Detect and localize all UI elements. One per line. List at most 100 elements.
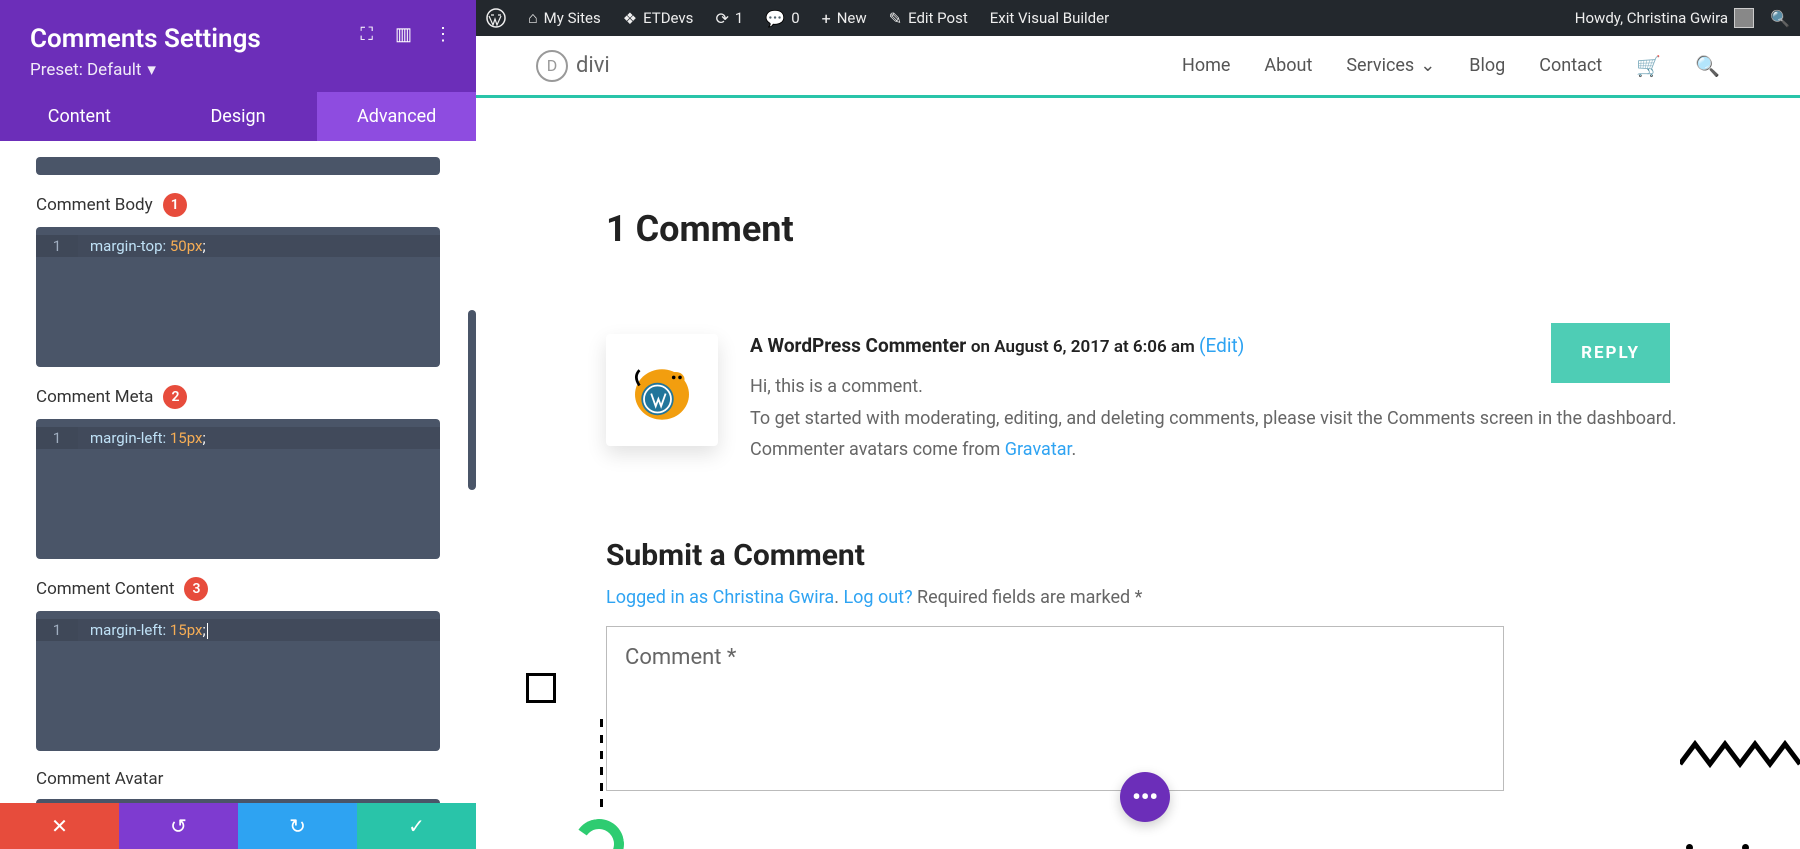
- undo-button[interactable]: ↺: [119, 803, 238, 849]
- nav-blog[interactable]: Blog: [1469, 55, 1505, 76]
- redo-button[interactable]: ↻: [238, 803, 357, 849]
- howdy-label: Howdy, Christina Gwira: [1575, 9, 1728, 27]
- code-editor-comment-content[interactable]: 1 margin-left: 15px;: [36, 611, 440, 751]
- field-label-comment-meta: Comment Meta 2: [36, 385, 440, 409]
- my-sites-label: My Sites: [544, 9, 601, 27]
- required-note: Required fields are marked *: [913, 587, 1143, 608]
- css-value: 15px: [166, 621, 202, 639]
- plus-icon: +: [822, 9, 831, 28]
- search-icon[interactable]: 🔍: [1695, 54, 1720, 78]
- nav-about[interactable]: About: [1264, 55, 1312, 76]
- my-sites-link[interactable]: ⌂ My Sites: [528, 8, 601, 28]
- search-icon: 🔍: [1770, 9, 1790, 28]
- nav-services[interactable]: Services ⌄: [1346, 55, 1435, 76]
- updates-link[interactable]: ⟳1: [715, 9, 743, 28]
- tab-advanced[interactable]: Advanced: [317, 92, 476, 141]
- field-label-comment-content: Comment Content 3: [36, 577, 440, 601]
- comment-line: To get started with moderating, editing,…: [750, 403, 1720, 435]
- line-number: 1: [36, 235, 78, 257]
- undo-icon: ↺: [170, 814, 187, 838]
- label-text: Comment Meta: [36, 387, 153, 407]
- code-editor-comment-avatar[interactable]: [36, 799, 440, 803]
- chevron-down-icon: ▾: [147, 60, 156, 80]
- wp-logo-icon[interactable]: [486, 8, 506, 28]
- adminbar-search[interactable]: 🔍: [1770, 9, 1790, 28]
- module-actions-fab[interactable]: •••: [1120, 772, 1170, 822]
- badge-2: 2: [163, 385, 187, 409]
- comment-text: Hi, this is a comment. To get started wi…: [750, 371, 1720, 466]
- settings-panel: Comments Settings Preset: Default ▾ ⛶ ▥ …: [0, 0, 476, 849]
- updates-count: 1: [735, 9, 743, 27]
- preview-area: ⌂My Sites ❖ETDevs ⟳1 💬0 +New ✎Edit Post …: [476, 0, 1800, 849]
- comments-count: 0: [791, 9, 799, 27]
- comment-icon: 💬: [765, 9, 785, 28]
- scrollbar-thumb[interactable]: [468, 310, 476, 490]
- field-label-comment-body: Comment Body 1: [36, 193, 440, 217]
- edit-comment-link[interactable]: (Edit): [1199, 334, 1244, 357]
- decoration-dots-icon: [1686, 844, 1770, 849]
- chevron-down-icon: ⌄: [1420, 55, 1435, 76]
- panel-body: Comment Body 1 1 margin-top: 50px; Comme…: [0, 141, 476, 803]
- redo-icon: ↻: [289, 814, 306, 838]
- comment-textarea[interactable]: Comment *: [606, 626, 1504, 791]
- css-property: margin-left:: [90, 621, 166, 639]
- howdy-user[interactable]: Howdy, Christina Gwira: [1575, 8, 1754, 28]
- logout-link[interactable]: Log out?: [843, 587, 912, 608]
- expand-icon[interactable]: ⛶: [360, 24, 373, 45]
- wapuu-icon: [626, 354, 698, 426]
- site-link[interactable]: ❖ETDevs: [623, 9, 694, 28]
- label-text: Comment Avatar: [36, 769, 163, 789]
- pencil-icon: ✎: [889, 9, 902, 28]
- text-cursor: [207, 623, 208, 639]
- wordpress-icon: [486, 8, 506, 28]
- comment-line: Commenter avatars come from Gravatar.: [750, 434, 1720, 466]
- code-editor-top[interactable]: [36, 157, 440, 175]
- decoration-square-icon: [526, 673, 556, 703]
- home-icon: ⌂: [528, 8, 538, 28]
- tab-design[interactable]: Design: [159, 92, 318, 141]
- badge-3: 3: [184, 577, 208, 601]
- primary-nav: Home About Services ⌄ Blog Contact 🛒 🔍: [1182, 54, 1720, 78]
- field-label-comment-avatar: Comment Avatar: [36, 769, 440, 789]
- responsive-icon[interactable]: ▥: [395, 24, 412, 45]
- reply-button[interactable]: REPLY: [1551, 323, 1670, 383]
- line-number: 1: [36, 427, 78, 449]
- css-semicolon: ;: [202, 237, 205, 255]
- panel-header: Comments Settings Preset: Default ▾ ⛶ ▥ …: [0, 0, 476, 92]
- site-logo[interactable]: D divi: [536, 50, 610, 82]
- nav-services-label: Services: [1346, 55, 1414, 76]
- user-avatar-icon: [1734, 8, 1754, 28]
- preset-dropdown[interactable]: Preset: Default ▾: [30, 60, 156, 80]
- css-property: margin-top:: [90, 237, 166, 255]
- comment-date: on August 6, 2017 at 6:06 am: [971, 337, 1199, 357]
- nav-home[interactable]: Home: [1182, 55, 1230, 76]
- code-editor-comment-meta[interactable]: 1 margin-left: 15px;: [36, 419, 440, 559]
- check-icon: ✓: [408, 814, 425, 838]
- decoration-arc-icon: [570, 815, 628, 849]
- cart-icon[interactable]: 🛒: [1636, 54, 1661, 78]
- cancel-button[interactable]: ✕: [0, 803, 119, 849]
- comment-author[interactable]: A WordPress Commenter: [750, 334, 966, 357]
- panel-footer: ✕ ↺ ↻ ✓: [0, 803, 476, 849]
- comments-link[interactable]: 💬0: [765, 9, 799, 28]
- exit-visual-builder-link[interactable]: Exit Visual Builder: [990, 9, 1109, 27]
- respond-login-line: Logged in as Christina Gwira. Log out? R…: [606, 587, 1720, 608]
- decoration-zigzag-icon: [1680, 734, 1800, 774]
- edit-post-link[interactable]: ✎ Edit Post: [889, 9, 968, 28]
- wp-admin-bar: ⌂My Sites ❖ETDevs ⟳1 💬0 +New ✎Edit Post …: [476, 0, 1800, 36]
- save-button[interactable]: ✓: [357, 803, 476, 849]
- kebab-menu-icon[interactable]: ⋮: [434, 24, 452, 45]
- new-link[interactable]: +New: [822, 9, 867, 28]
- gravatar-link[interactable]: Gravatar: [1005, 439, 1072, 460]
- tab-content[interactable]: Content: [0, 92, 159, 141]
- label-text: Comment Body: [36, 195, 153, 215]
- nav-contact[interactable]: Contact: [1539, 55, 1602, 76]
- edit-post-label: Edit Post: [908, 9, 968, 27]
- label-text: Comment Content: [36, 579, 174, 599]
- respond-title: Submit a Comment: [606, 538, 1720, 573]
- ellipsis-icon: •••: [1132, 783, 1158, 811]
- code-editor-comment-body[interactable]: 1 margin-top: 50px;: [36, 227, 440, 367]
- preset-label: Preset: Default: [30, 60, 141, 80]
- css-value: 50px: [166, 237, 202, 255]
- logged-in-link[interactable]: Logged in as Christina Gwira: [606, 587, 834, 608]
